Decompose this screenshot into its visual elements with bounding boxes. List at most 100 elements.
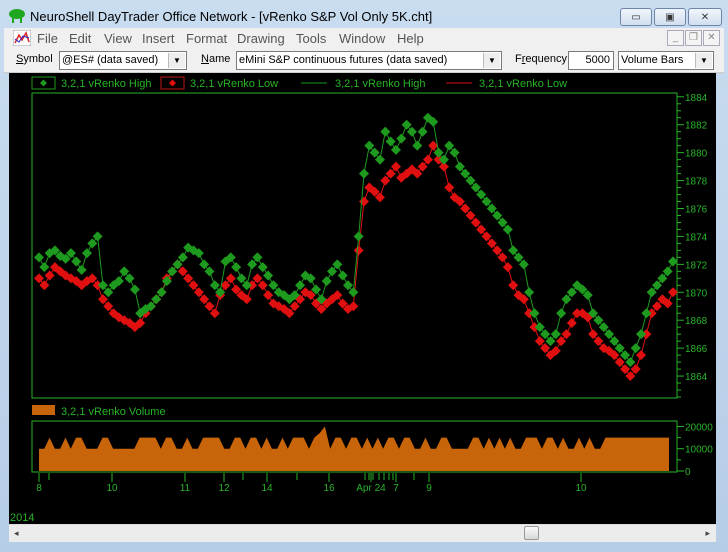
series-high-point — [327, 266, 338, 277]
bar-type-dropdown[interactable]: Volume Bars ▼ — [618, 51, 714, 70]
chevron-down-icon[interactable]: ▼ — [483, 53, 500, 68]
menu-view[interactable]: View — [104, 31, 132, 46]
series-high-point — [593, 315, 604, 326]
menu-window[interactable]: Window — [339, 31, 385, 46]
scroll-right-arrow-icon[interactable]: ▸ — [705, 528, 710, 539]
title-bar: NeuroShell DayTrader Office Network - [v… — [0, 0, 728, 28]
series-high-point — [129, 284, 140, 295]
price-tick-label: 1866 — [685, 344, 708, 355]
series-low-point — [625, 371, 636, 382]
chart-document-icon[interactable] — [13, 30, 31, 46]
series-high-point — [513, 252, 524, 263]
name-value: eMini S&P continuous futures (data saved… — [239, 54, 448, 66]
menu-file[interactable]: File — [37, 31, 58, 46]
frequency-input[interactable]: 5000 — [568, 51, 614, 70]
menu-drawing[interactable]: Drawing — [237, 31, 285, 46]
name-label: Name — [201, 53, 230, 65]
series-high-point — [209, 280, 220, 291]
symbol-dropdown[interactable]: @ES# (data saved) ▼ — [59, 51, 187, 70]
volume-series — [39, 426, 669, 471]
series-low-point — [263, 290, 274, 301]
series-high-point — [374, 154, 385, 165]
price-tick-label: 1872 — [685, 260, 708, 271]
legend-volume-swatch — [32, 405, 55, 415]
price-tick-label: 1882 — [685, 121, 708, 132]
name-label-text: ame — [208, 53, 231, 65]
menu-format[interactable]: Format — [186, 31, 227, 46]
menu-tools[interactable]: Tools — [296, 31, 326, 46]
legend-high-diamond-icon — [40, 79, 47, 87]
series-high-point — [343, 280, 354, 291]
x-tick-label: 9 — [426, 483, 432, 494]
minimize-icon: ▭ — [631, 11, 641, 23]
name-dropdown[interactable]: eMini S&P continuous futures (data saved… — [236, 51, 502, 70]
price-tick-label: 1874 — [685, 232, 708, 243]
series-low-point — [422, 154, 433, 165]
series-high-point — [385, 136, 396, 147]
series-low-point — [209, 308, 220, 319]
series-low-point — [588, 329, 599, 340]
series-high-point — [657, 273, 668, 284]
x-tick-label: 8 — [36, 483, 42, 494]
maximize-button[interactable]: ▣ — [654, 8, 686, 26]
series-high-point — [614, 343, 625, 354]
series-high-point — [81, 248, 92, 259]
chevron-down-icon[interactable]: ▼ — [168, 53, 185, 68]
volume-y-axis: 0 10000 20000 — [676, 421, 713, 478]
price-tick-label: 1878 — [685, 177, 708, 188]
series-high-point — [449, 147, 460, 158]
minimize-button[interactable]: ▭ — [620, 8, 652, 26]
series-low-point — [257, 280, 268, 291]
price-tick-label: 1870 — [685, 288, 708, 299]
price-y-axis: 1864 1866 1868 1870 1872 1874 1876 1878 1880 1882… — [676, 93, 708, 398]
menu-help[interactable]: Help — [397, 31, 424, 46]
series-high-point — [257, 262, 268, 273]
mdi-close-button[interactable]: ✕ — [703, 30, 720, 46]
menu-bar: File Edit View Insert Format Drawing Too… — [4, 28, 724, 48]
series-high-point — [630, 343, 641, 354]
volume-tick-label: 0 — [685, 467, 691, 478]
series-low-point — [652, 301, 663, 312]
scroll-left-arrow-icon[interactable]: ◂ — [14, 528, 19, 539]
series-low-point — [39, 280, 50, 291]
chevron-down-icon[interactable]: ▼ — [695, 53, 712, 68]
symbol-label: Symbol — [16, 53, 53, 65]
volume-legend: 3,2,1 vRenko Volume — [32, 405, 166, 418]
x-tick-label: 12 — [218, 483, 230, 494]
x-tick-label: 7 — [393, 483, 399, 494]
minimize-icon: _ — [672, 32, 679, 43]
x-tick-label: 10 — [575, 483, 587, 494]
series-low-point — [561, 329, 572, 340]
series-low-point — [508, 280, 519, 291]
menu-insert[interactable]: Insert — [142, 31, 175, 46]
series-low-point — [204, 301, 215, 312]
time-x-axis: 8 10 11 12 14 16 Apr 24 7 9 10 — [36, 473, 587, 494]
series-high-point — [460, 168, 471, 179]
series-high-point — [662, 266, 673, 277]
series-high-point — [636, 329, 647, 340]
close-button[interactable]: ✕ — [688, 8, 722, 26]
mdi-minimize-button[interactable]: _ — [667, 30, 684, 46]
series-high-point — [337, 270, 348, 281]
series-low-point — [492, 245, 503, 256]
year-label: 2014 — [10, 512, 34, 524]
series-high-point — [524, 287, 535, 298]
series-high-point — [358, 168, 369, 179]
series-low-point — [502, 262, 513, 273]
scroll-thumb[interactable] — [524, 526, 539, 540]
app-window: NeuroShell DayTrader Office Network - [v… — [0, 0, 728, 552]
restore-icon: ❐ — [689, 32, 698, 43]
chart-svg: 3,2,1 vRenko High 3,2,1 vRenko Low 3,2,1… — [10, 76, 713, 524]
close-icon: ✕ — [700, 11, 710, 23]
series-high-point — [625, 357, 636, 368]
maximize-icon: ▣ — [665, 11, 675, 23]
chart-area: 3,2,1 vRenko High 3,2,1 vRenko Low 3,2,1… — [9, 73, 716, 525]
legend-volume-label: 3,2,1 vRenko Volume — [61, 406, 166, 418]
price-plot-frame — [31, 92, 678, 399]
menu-edit[interactable]: Edit — [69, 31, 91, 46]
series-low-point — [252, 273, 263, 284]
horizontal-scrollbar[interactable]: ◂ ▸ — [9, 524, 716, 542]
series-high-point — [641, 308, 652, 319]
series-high-point — [119, 266, 130, 277]
mdi-restore-button[interactable]: ❐ — [685, 30, 702, 46]
